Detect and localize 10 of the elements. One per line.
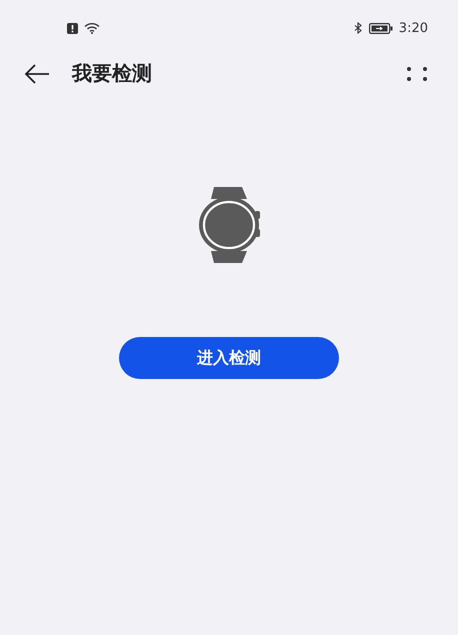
status-time: 3:20	[398, 20, 428, 36]
page-title: 我要检测	[72, 60, 153, 87]
start-detection-button[interactable]: 进入检测	[119, 337, 339, 379]
alert-icon	[67, 22, 78, 34]
watch-icon	[198, 187, 260, 263]
back-icon[interactable]	[24, 64, 50, 84]
battery-icon	[368, 22, 393, 34]
wifi-icon	[84, 22, 100, 34]
bluetooth-icon	[354, 22, 363, 34]
more-icon[interactable]	[406, 66, 428, 82]
